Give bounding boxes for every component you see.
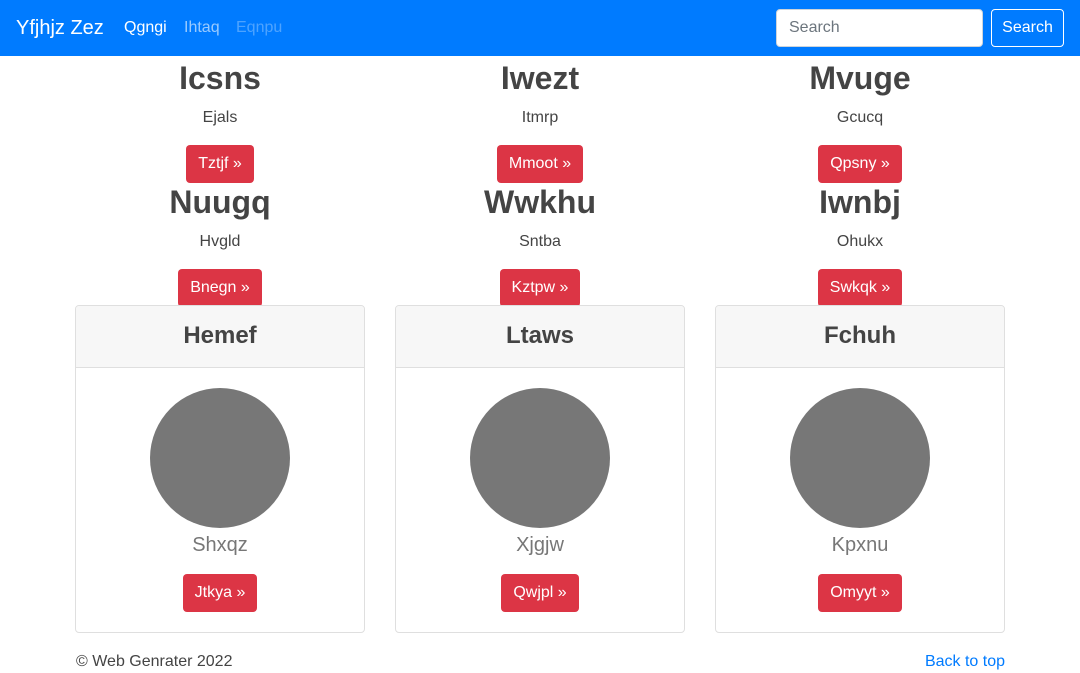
feature-subtitle: Ohukx [836,233,884,250]
feature-subtitle: Ejals [202,109,238,126]
footer-copyright: © Web Genrater 2022 [76,653,233,670]
avatar [790,388,930,528]
feature-title: Icsns [179,60,261,96]
feature-subtitle: Itmrp [521,109,559,126]
avatar [470,388,610,528]
feature-1: Icsns Ejals Tztjf » [75,58,365,183]
avatar [150,388,290,528]
feature-button[interactable]: Kztpw » [499,269,581,307]
brand-link[interactable]: Yfjhjz Zez [16,16,104,40]
card-2: Ltaws Xjgjw Qwjpl » [395,305,685,633]
nav-link-eqnpu[interactable]: Eqnpu [236,18,282,38]
feature-subtitle: Hvgld [199,233,241,250]
feature-button[interactable]: Bnegn » [178,269,262,307]
search-button[interactable]: Search [991,9,1064,47]
feature-button[interactable]: Mmoot » [496,145,584,183]
navbar: Yfjhjz Zez Qgngi Ihtaq Eqnpu Search [0,0,1080,56]
card-1: Hemef Shxqz Jtkya » [75,305,365,633]
card-button[interactable]: Jtkya » [182,574,258,612]
feature-title: Nuugq [169,184,271,220]
card-header: Fchuh [716,306,1004,368]
card-button[interactable]: Omyyt » [818,574,902,612]
nav-link-qgngi[interactable]: Qgngi [124,18,167,38]
feature-6: Iwnbj Ohukx Swkqk » [715,182,1005,307]
feature-subtitle: Gcucq [836,109,884,126]
feature-title: Mvuge [809,60,911,96]
feature-button[interactable]: Qpsny » [818,145,902,183]
card-subtitle: Xjgjw [516,534,564,556]
feature-title: Wwkhu [484,184,596,220]
card-header: Hemef [76,306,364,368]
card-subtitle: Kpxnu [831,534,889,556]
feature-title: Iwnbj [819,184,901,220]
search-input[interactable] [776,9,983,47]
feature-title: Iwezt [500,60,580,96]
card-subtitle: Shxqz [192,534,248,556]
feature-2: Iwezt Itmrp Mmoot » [395,58,685,183]
feature-button[interactable]: Swkqk » [817,269,903,307]
feature-5: Wwkhu Sntba Kztpw » [395,182,685,307]
back-to-top-link[interactable]: Back to top [925,652,1005,672]
feature-4: Nuugq Hvgld Bnegn » [75,182,365,307]
feature-subtitle: Sntba [519,233,561,250]
nav-link-ihtaq[interactable]: Ihtaq [184,18,220,38]
feature-button[interactable]: Tztjf » [186,145,254,183]
card-header: Ltaws [396,306,684,368]
card-3: Fchuh Kpxnu Omyyt » [715,305,1005,633]
card-button[interactable]: Qwjpl » [501,574,579,612]
feature-3: Mvuge Gcucq Qpsny » [715,58,1005,183]
